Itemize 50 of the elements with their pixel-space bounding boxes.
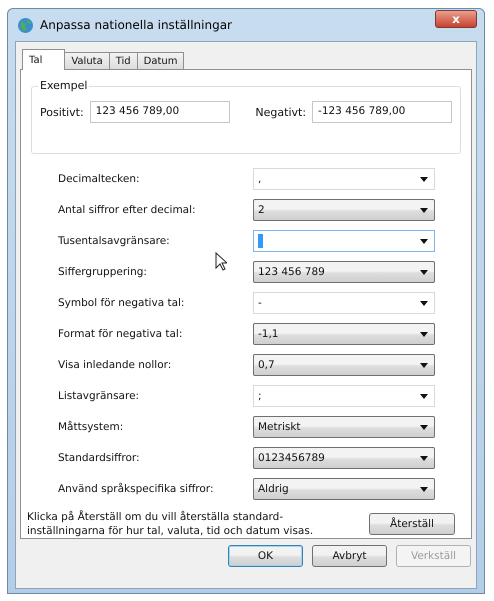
caret-icon (420, 208, 428, 212)
caret-icon (420, 486, 428, 492)
setting-label: Decimaltecken: (58, 173, 141, 185)
dropdown[interactable]: 123 456 789 (253, 261, 435, 283)
combo-box[interactable] (253, 230, 435, 252)
setting-label: Antal siffror efter decimal: (58, 204, 197, 216)
tab[interactable]: Tal (22, 49, 66, 70)
caret-icon (420, 332, 428, 336)
dropdown[interactable]: 0,7 (253, 354, 435, 376)
caret-icon (420, 176, 428, 182)
example-field: 123 456 789,00 (90, 101, 230, 123)
dropdown[interactable]: Metriskt (253, 416, 435, 438)
combo-box[interactable]: ; (253, 385, 435, 407)
dialog-button[interactable]: OK (228, 545, 303, 567)
caret-icon (420, 238, 428, 244)
setting-label: Använd språkspecifika siffror: (58, 483, 214, 495)
caret-icon (420, 362, 428, 368)
setting-label: Visa inledande nollor: (58, 359, 172, 371)
dropdown[interactable]: -1,1 (253, 323, 435, 345)
setting-label: Måttsystem: (58, 421, 124, 433)
tab[interactable]: Datum (136, 52, 184, 69)
caret-icon (420, 424, 428, 430)
caret-icon (420, 394, 428, 398)
text-selection (258, 234, 263, 248)
tab[interactable]: Valuta (64, 52, 110, 69)
field-label: Positivt: (40, 106, 84, 118)
setting-label: Standardsiffror: (58, 452, 141, 464)
dropdown[interactable]: Aldrig (253, 478, 435, 500)
combo-box[interactable]: , (253, 168, 435, 190)
reset-hint: Klicka på Återställ om du vill återställa standard-inställningarna för hur tal, valuta, tid och datum visas. (27, 510, 314, 538)
dropdown[interactable]: 0123456789 (253, 447, 435, 469)
caret-icon (420, 270, 428, 274)
setting-label: Siffergruppering: (58, 266, 148, 278)
dialog-button[interactable]: Avbryt (312, 545, 387, 567)
window-title: Anpassa nationella inställningar (40, 18, 232, 32)
mouse-pointer-icon (215, 252, 227, 271)
combo-box[interactable]: - (253, 292, 435, 314)
setting-label: Format för negativa tal: (58, 328, 184, 340)
caret-icon (420, 456, 428, 460)
caret-icon (420, 300, 428, 306)
example-field: -123 456 789,00 (312, 101, 452, 123)
group-title: Exempel (38, 79, 90, 92)
setting-label: Symbol för negativa tal: (58, 297, 186, 309)
globe-icon (17, 16, 34, 34)
field-label: Negativt: (255, 106, 306, 118)
reset-button[interactable]: Återställ (369, 513, 455, 535)
setting-label: Listavgränsare: (58, 390, 140, 402)
tab[interactable]: Tid (108, 52, 138, 69)
setting-label: Tusentalsavgränsare: (58, 235, 171, 247)
dropdown[interactable]: 2 (253, 199, 435, 221)
